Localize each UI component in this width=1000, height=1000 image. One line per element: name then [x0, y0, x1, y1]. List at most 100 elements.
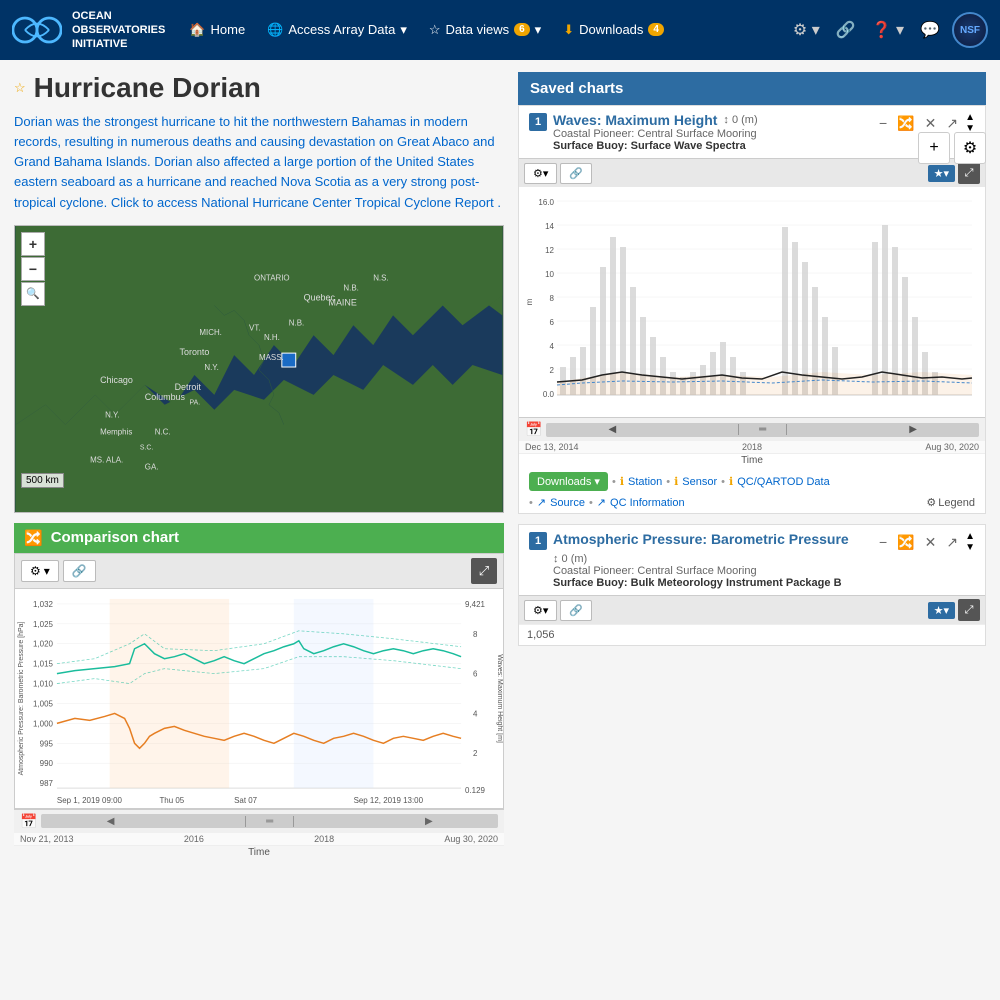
svg-text:995: 995	[40, 739, 54, 748]
comparison-toolbar: ⚙▾ 🔗 ⤢	[14, 553, 504, 589]
share-nav-btn[interactable]: 🔗	[832, 16, 860, 44]
chat-nav-btn[interactable]: 💬	[916, 16, 944, 44]
svg-text:VT.: VT.	[249, 323, 260, 332]
chart1-legend-btn[interactable]: ⚙ Legend	[926, 496, 975, 509]
station-icon: ℹ	[620, 475, 624, 488]
chart1-settings-btn[interactable]: ⚙▾	[524, 163, 557, 184]
home-icon: 🏠	[189, 22, 205, 38]
svg-text:6: 6	[473, 669, 478, 678]
page-description: Dorian was the strongest hurricane to hi…	[14, 112, 504, 213]
svg-text:10: 10	[545, 270, 554, 279]
nav-downloads[interactable]: ⬇ Downloads 4	[553, 16, 674, 44]
page-actions: + ⚙	[918, 132, 986, 164]
chart1-export-btn[interactable]: ↗	[943, 113, 961, 134]
chart2-toolbar: ⚙▾ 🔗 ★▾ ⤢	[519, 595, 985, 624]
calendar-icon2: 📅	[525, 421, 542, 438]
add-page-btn[interactable]: +	[918, 132, 950, 164]
settings-nav-btn[interactable]: ⚙ ▾	[789, 16, 824, 44]
chart1-links2: • ↗ Source • ↗ QC Information ⚙ Legend	[519, 496, 985, 513]
svg-text:8: 8	[473, 629, 478, 638]
chart1-unlink-btn[interactable]: 🔗	[560, 163, 592, 184]
svg-text:1,032: 1,032	[33, 600, 53, 609]
comparison-time-labels: Nov 21, 2013 2016 2018 Aug 30, 2020	[14, 833, 504, 845]
svg-text:8: 8	[550, 294, 555, 303]
svg-text:2: 2	[550, 366, 555, 375]
right-column: Saved charts 1 Waves: Maximum Height ↕ 0…	[518, 72, 986, 988]
sensor-icon: ℹ	[674, 475, 678, 488]
svg-text:N.Y.: N.Y.	[204, 363, 218, 372]
svg-text:N.C.: N.C.	[155, 427, 171, 436]
map-container[interactable]: + − 🔍 Quebec ONTARIO N.B. N.S.	[14, 225, 504, 513]
chart1-qc-link[interactable]: QC/QARTOD Data	[737, 476, 830, 488]
help-nav-btn[interactable]: ❓ ▾	[868, 16, 908, 44]
chart1-downloads-btn[interactable]: Downloads▾	[529, 472, 608, 491]
chart1-station-link[interactable]: Station	[628, 476, 662, 488]
svg-text:Thu 05: Thu 05	[159, 796, 184, 805]
svg-text:m: m	[525, 298, 534, 305]
nav-access-array[interactable]: 🌐 Access Array Data ▾	[257, 16, 417, 44]
comparison-chart-area: 1,032 1,025 1,020 1,015 1,010 1,005 1,00…	[14, 589, 504, 809]
chart2-shuffle-btn[interactable]: 🔀	[894, 532, 917, 553]
chart1-close-btn[interactable]: ✕	[922, 113, 940, 134]
chart-unlink-btn[interactable]: 🔗	[63, 560, 96, 582]
star-nav-icon: ☆	[429, 22, 441, 38]
nav-dataviews[interactable]: ☆ Data views 6 ▾	[419, 16, 551, 44]
svg-text:Detroit: Detroit	[175, 382, 202, 392]
map-zoom-out[interactable]: −	[21, 257, 45, 281]
chart1-star-btn[interactable]: ★▾	[928, 165, 955, 182]
map-locate[interactable]: 🔍	[21, 282, 45, 306]
chart2-star-btn[interactable]: ★▾	[928, 602, 955, 619]
chart-expand-btn[interactable]: ⤢	[471, 558, 497, 584]
chart1-qcinfo-link[interactable]: QC Information	[610, 497, 685, 509]
chevron-down-icon2: ▾	[535, 22, 542, 38]
nav-home[interactable]: 🏠 Home	[179, 16, 255, 44]
chart2-close-btn[interactable]: ✕	[922, 532, 940, 553]
chart1-shuffle-btn[interactable]: 🔀	[894, 113, 917, 134]
svg-text:16.0: 16.0	[538, 198, 554, 207]
svg-text:0.129: 0.129	[465, 786, 485, 795]
chart-card-2-header: 1 Atmospheric Pressure: Barometric Press…	[519, 525, 985, 595]
chart-num-2: 1	[529, 532, 547, 550]
main-content: ☆ Hurricane Dorian Dorian was the strong…	[0, 60, 1000, 1000]
svg-text:2: 2	[473, 749, 478, 758]
favorite-star-icon[interactable]: ☆	[14, 80, 26, 96]
svg-text:Chicago: Chicago	[100, 375, 133, 385]
chart1-minus-btn[interactable]: −	[876, 113, 890, 133]
logo-icon	[12, 12, 62, 48]
dataviews-badge: 6	[514, 23, 530, 36]
qc-icon: ℹ	[729, 475, 733, 488]
chart2-expand-btn[interactable]: ⤢	[958, 599, 980, 621]
saved-charts-header: Saved charts	[518, 72, 986, 105]
chart2-unlink-btn[interactable]: 🔗	[560, 600, 592, 621]
svg-text:N.B.: N.B.	[289, 318, 304, 327]
gear-icon: ⚙	[30, 564, 41, 578]
chart1-time-labels: Dec 13, 2014 2018 Aug 30, 2020	[519, 441, 985, 453]
unlink-icon: 🔗	[72, 564, 87, 578]
comparison-chart-header: 🔀 Comparison chart	[14, 523, 504, 553]
navbar-left: OCEAN OBSERVATORIES INITIATIVE 🏠 Home 🌐 …	[12, 9, 674, 52]
comparison-chart-footer: 📅 ◀ ═ ▶	[14, 809, 504, 833]
chart2-reorder[interactable]: ▲ ▼	[965, 531, 975, 553]
svg-text:987: 987	[40, 779, 54, 788]
navbar: OCEAN OBSERVATORIES INITIATIVE 🏠 Home 🌐 …	[0, 0, 1000, 60]
chart2-offset: ↕ 0 (m)	[553, 553, 587, 565]
chart1-reorder[interactable]: ▲ ▼	[965, 112, 975, 134]
logo-text: OCEAN OBSERVATORIES INITIATIVE	[72, 9, 165, 52]
left-column: ☆ Hurricane Dorian Dorian was the strong…	[14, 72, 504, 988]
chart1-expand-btn[interactable]: ⤢	[958, 162, 980, 184]
svg-text:MICH.: MICH.	[199, 328, 222, 337]
svg-text:N.S.: N.S.	[373, 273, 388, 282]
page-title: Hurricane Dorian	[34, 72, 261, 104]
map-zoom-in[interactable]: +	[21, 232, 45, 256]
chart1-source-link[interactable]: Source	[550, 497, 585, 509]
navbar-right: ⚙ ▾ 🔗 ❓ ▾ 💬 NSF	[789, 12, 988, 48]
chart2-export-btn[interactable]: ↗	[943, 532, 961, 553]
chart1-sensor-link[interactable]: Sensor	[682, 476, 717, 488]
chart-settings-btn[interactable]: ⚙▾	[21, 560, 59, 582]
settings-page-btn[interactable]: ⚙	[954, 132, 986, 164]
svg-text:1,015: 1,015	[33, 659, 53, 668]
chart2-settings-btn[interactable]: ⚙▾	[524, 600, 557, 621]
chart-card-1-header: 1 Waves: Maximum Height ↕ 0 (m) Coastal …	[519, 106, 985, 158]
svg-text:1,025: 1,025	[33, 620, 53, 629]
chart2-minus-btn[interactable]: −	[876, 532, 890, 552]
